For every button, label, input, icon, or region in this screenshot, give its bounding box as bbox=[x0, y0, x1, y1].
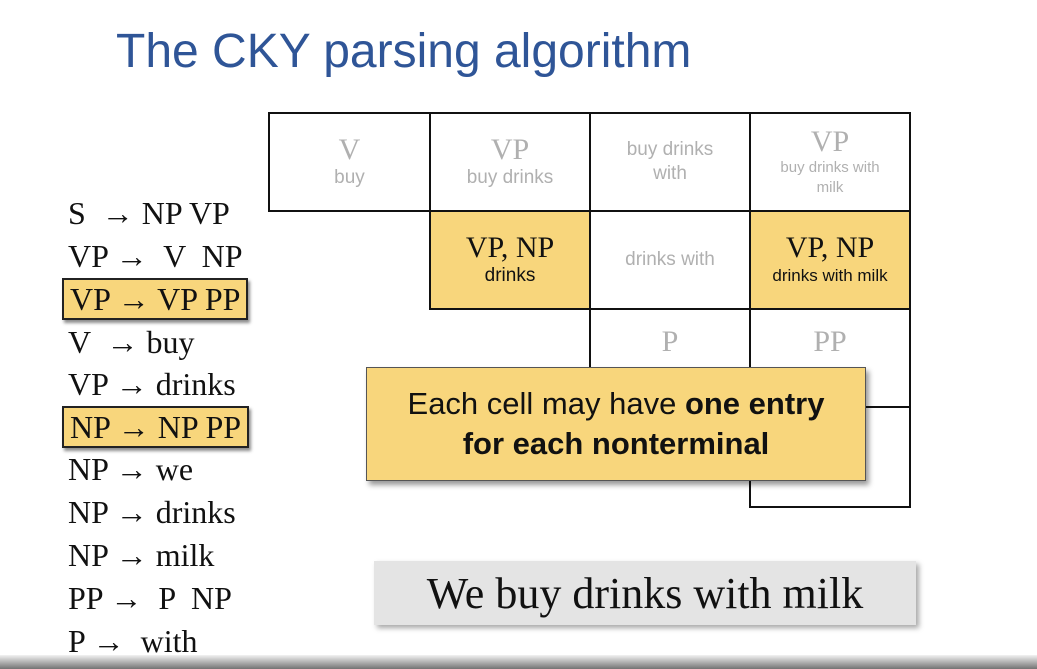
chart-cell-highlighted: VP, NP drinks bbox=[429, 210, 591, 310]
grammar-rule-highlighted: VP → VP PP bbox=[62, 278, 249, 320]
grammar-rule: V → buy bbox=[68, 324, 195, 360]
callout-emphasis: one entry bbox=[684, 386, 825, 421]
cell-nonterminals: V bbox=[338, 133, 361, 166]
cell-span: buy drinks bbox=[466, 167, 554, 188]
callout-line-1: Each cell may have one entry bbox=[408, 384, 825, 424]
grammar-rule: VP → V NP bbox=[68, 238, 243, 274]
chart-cell: drinks with bbox=[589, 210, 751, 310]
cell-span: drinks bbox=[484, 265, 536, 286]
cell-nonterminals: VP bbox=[810, 125, 850, 158]
cell-nonterminals: P bbox=[661, 325, 679, 358]
chart-cell: VP buy drinks bbox=[429, 112, 591, 212]
grammar-rule: S → NP VP bbox=[68, 195, 230, 231]
cell-span: buy bbox=[334, 167, 365, 188]
chart-cell: V buy bbox=[268, 112, 431, 212]
cell-span: buy drinks with milk bbox=[780, 159, 880, 196]
video-bottom-shadow bbox=[0, 655, 1037, 669]
cell-nonterminals: VP, NP bbox=[465, 231, 555, 264]
cell-span: buy drinks with bbox=[626, 139, 714, 184]
cell-span: drinks with bbox=[625, 249, 715, 270]
grammar-rule: NP → we bbox=[68, 451, 194, 487]
grammar-rule-highlighted: NP → NP PP bbox=[62, 406, 250, 448]
chart-cell-highlighted: VP, NP drinks with milk bbox=[749, 210, 911, 310]
cell-nonterminals: VP, NP bbox=[785, 231, 875, 264]
cell-nonterminals: VP bbox=[490, 133, 530, 166]
grammar-rule: PP → P NP bbox=[68, 580, 232, 616]
chart-cell: buy drinks with bbox=[589, 112, 751, 212]
callout-box: Each cell may have one entry for each no… bbox=[366, 367, 866, 481]
grammar-rule: NP → milk bbox=[68, 537, 215, 573]
grammar-rule: VP → drinks bbox=[68, 366, 236, 402]
chart-cell: VP buy drinks with milk bbox=[749, 112, 911, 212]
callout-emphasis: for each nonterminal bbox=[462, 426, 770, 461]
cell-span: drinks with milk bbox=[772, 266, 888, 285]
callout-text: Each cell may have bbox=[407, 386, 685, 421]
grammar-rules: S → NP VP VP → V NP VP → VP PP V → buy V… bbox=[0, 0, 300, 669]
cell-nonterminals: PP bbox=[813, 325, 847, 358]
callout-line-2: for each nonterminal bbox=[463, 424, 770, 464]
example-sentence: We buy drinks with milk bbox=[374, 561, 916, 625]
grammar-rule: NP → drinks bbox=[68, 494, 236, 530]
